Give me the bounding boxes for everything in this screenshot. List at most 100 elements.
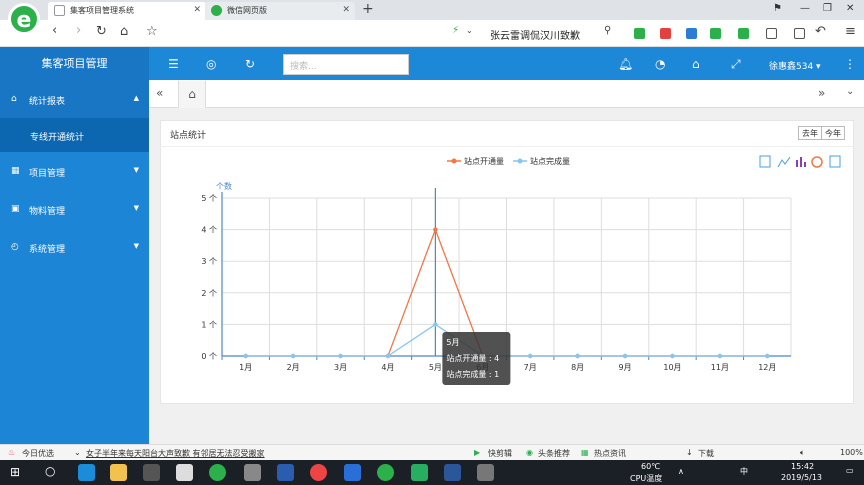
tag-icon[interactable]: ⌂: [692, 57, 700, 71]
tooltip: 5月站点开通量 : 4 站点完成量 : 1: [442, 332, 511, 385]
bell-icon[interactable]: 🔔︎: [618, 57, 633, 71]
y-axis-label: 个数: [216, 181, 232, 191]
app-icon[interactable]: [244, 464, 261, 481]
folder-icon[interactable]: [110, 464, 127, 481]
bar-view-icon[interactable]: [796, 157, 806, 167]
close-window-button[interactable]: ✕: [846, 3, 854, 14]
browser-taskbar-icon[interactable]: [209, 464, 226, 481]
news-headline[interactable]: 女子半年来每天阳台大声致歉 有邻居无法忍受搬家: [86, 448, 265, 459]
fullscreen-icon[interactable]: ⤢: [731, 57, 741, 72]
windows-start-icon[interactable]: ⊞: [10, 465, 20, 479]
scissors-icon[interactable]: [660, 28, 671, 39]
news-item-clip[interactable]: 快剪辑: [488, 448, 512, 459]
chrome-icon[interactable]: [310, 464, 327, 481]
globe-icon[interactable]: ◎: [206, 57, 216, 71]
phone-icon[interactable]: [794, 28, 805, 39]
shirt-icon[interactable]: ⚑: [773, 3, 782, 14]
chevron-up-icon: ▲: [133, 94, 139, 102]
data-point: [290, 353, 296, 359]
wechat-icon[interactable]: [377, 464, 394, 481]
address-toolbar: [0, 20, 864, 47]
scroll-left-icon[interactable]: «: [156, 86, 163, 100]
wechat-icon: [211, 5, 222, 16]
grid-icon[interactable]: [766, 28, 777, 39]
tooltip-title: 5月: [446, 338, 459, 347]
gauge-icon: ◴: [11, 242, 19, 252]
line-chart: 站点开通量 站点完成量 个数 0 个 1 个 2 个 3 个 4 个 5 个 1月 2月 3月 4…: [201, 155, 841, 385]
search-input[interactable]: 搜索...: [283, 54, 409, 75]
tooltip-line: 站点开通量 : 4: [446, 353, 499, 363]
more-icon[interactable]: ⋮: [844, 57, 856, 71]
chevron-down-icon[interactable]: ⌄: [846, 86, 854, 97]
sidebar-subitem-line-stats[interactable]: 专线开通统计: [0, 118, 149, 152]
home-icon[interactable]: ⌂: [120, 24, 128, 39]
app-icon[interactable]: [477, 464, 494, 481]
minimize-button[interactable]: —: [800, 3, 810, 14]
last-year-button[interactable]: 去年: [798, 126, 822, 140]
word-icon[interactable]: [444, 464, 461, 481]
sidebar-item-system[interactable]: ◴ 系统管理 ▼: [0, 228, 149, 266]
restore-icon[interactable]: [811, 156, 823, 168]
data-point: [528, 353, 533, 359]
app-icon[interactable]: [277, 464, 294, 481]
save-image-icon[interactable]: [829, 155, 841, 168]
news-item-hot[interactable]: 热点资讯: [594, 448, 626, 459]
new-tab-button[interactable]: +: [362, 1, 374, 17]
news-item-recommend[interactable]: 头条推荐: [538, 448, 570, 459]
zoom-level[interactable]: 100%: [840, 448, 863, 457]
y-tick-label: 1 个: [201, 320, 217, 329]
tab-project-system[interactable]: 集客项目管理系统 ✕: [48, 2, 206, 20]
menu-toggle-icon[interactable]: ☰: [168, 57, 179, 71]
legend-label: 站点开通量: [464, 156, 504, 166]
notification-icon[interactable]: ▭: [846, 466, 854, 475]
chevron-down-icon[interactable]: ⌄: [466, 26, 473, 35]
volume-icon[interactable]: 🔈︎: [800, 448, 805, 458]
sidebar-item-materials[interactable]: ▣ 物料管理 ▼: [0, 190, 149, 228]
edge-icon[interactable]: [78, 464, 95, 481]
mail-icon[interactable]: [176, 464, 193, 481]
extension-icon[interactable]: [634, 28, 645, 39]
tooltip-line: 站点完成量 : 1: [446, 369, 499, 379]
close-tab-icon[interactable]: ✕: [193, 5, 201, 15]
paw-icon[interactable]: [686, 28, 697, 39]
forward-icon[interactable]: ›: [76, 23, 81, 38]
page-icon: [54, 5, 65, 16]
app-icon[interactable]: [344, 464, 361, 481]
line-view-icon[interactable]: [777, 156, 791, 168]
star-icon[interactable]: ☆: [146, 24, 158, 39]
scroll-right-icon[interactable]: »: [818, 86, 825, 100]
this-year-button[interactable]: 今年: [821, 126, 845, 140]
refresh-icon[interactable]: ↻: [245, 57, 255, 71]
store-icon[interactable]: [143, 464, 160, 481]
clock-date[interactable]: 2019/5/13: [781, 473, 822, 482]
app-icon[interactable]: [411, 464, 428, 481]
chevron-up-icon[interactable]: ∧: [678, 467, 684, 476]
clock-time[interactable]: 15:42: [791, 462, 814, 471]
data-point: [433, 227, 438, 232]
data-point: [670, 353, 675, 359]
home-tab-icon[interactable]: ⌂: [178, 81, 206, 108]
data-view-icon[interactable]: [759, 155, 771, 168]
refresh-icon[interactable]: ↻: [96, 24, 107, 39]
download-link[interactable]: 下载: [698, 448, 714, 459]
shield-icon[interactable]: [738, 28, 749, 39]
ime-indicator[interactable]: 中: [740, 466, 748, 477]
menu-icon[interactable]: ≡: [845, 24, 856, 39]
tab-wechat[interactable]: 微信网页版 ✕: [205, 2, 355, 20]
chevron-down-icon[interactable]: ⌄: [74, 448, 81, 457]
lightning-icon[interactable]: ⚡: [452, 25, 459, 36]
gauge-icon[interactable]: ◔: [655, 57, 665, 71]
user-menu[interactable]: 徐惠鑫534 ▾: [769, 59, 821, 72]
sidebar-item-stats[interactable]: ⌂ 统计报表 ▲: [0, 80, 149, 118]
address-input[interactable]: 张云雷调侃汉川致歉: [490, 27, 580, 42]
restore-button[interactable]: ❐: [823, 3, 832, 14]
download-icon: ↓: [686, 448, 693, 457]
cortana-icon[interactable]: ○: [45, 464, 55, 478]
back-icon[interactable]: ‹: [52, 23, 57, 38]
sidebar-item-projects[interactable]: ▦ 项目管理 ▼: [0, 152, 149, 190]
undo-icon[interactable]: ↶: [815, 24, 826, 39]
close-tab-icon[interactable]: ✕: [342, 5, 350, 15]
gamepad-icon[interactable]: [710, 28, 721, 39]
search-icon[interactable]: ⚲: [604, 25, 611, 36]
today-label[interactable]: 今日优选: [22, 448, 54, 459]
